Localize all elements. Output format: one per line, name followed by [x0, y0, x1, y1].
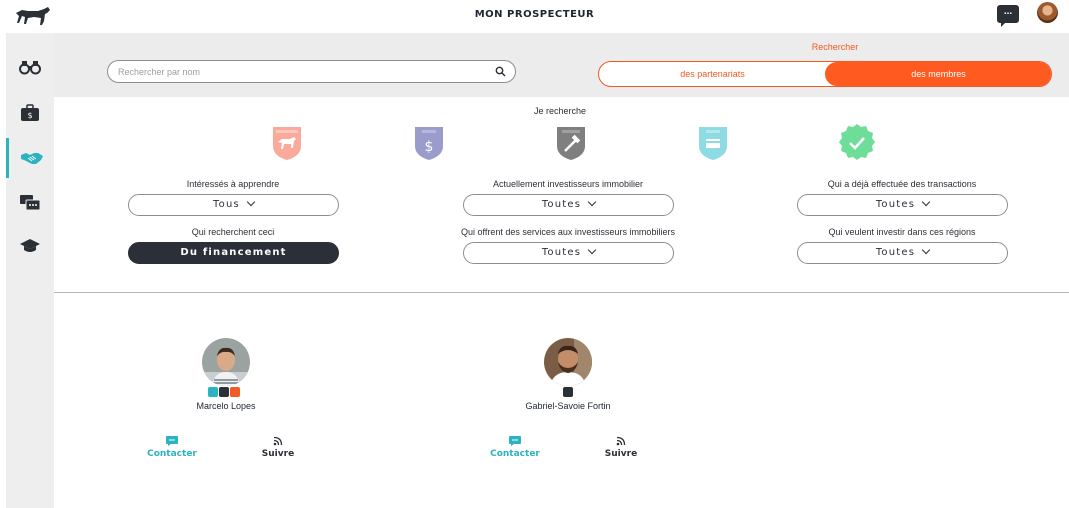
select-transactions-value: Toutes — [875, 199, 916, 210]
chevron-down-icon — [587, 245, 597, 255]
member-avatar[interactable] — [544, 338, 592, 386]
select-interesses[interactable]: Tous — [128, 194, 339, 216]
chevron-down-icon — [921, 245, 931, 255]
filter-label-recherchent: Qui recherchent ceci — [191, 227, 275, 237]
message-icon — [166, 436, 178, 446]
contact-label: Contacter — [490, 449, 540, 459]
search-mode-toggle: des partenariats des membres — [598, 61, 1052, 87]
rss-icon — [273, 436, 283, 446]
sidebar: $ — [6, 33, 54, 508]
search-input[interactable] — [118, 64, 488, 80]
rss-icon — [616, 436, 626, 446]
graduation-cap-icon — [20, 239, 40, 252]
member-badges — [208, 387, 240, 397]
search-box — [107, 60, 516, 83]
select-regions-value: Toutes — [875, 247, 916, 258]
follow-label: Suivre — [261, 449, 295, 459]
sidebar-item-prospect[interactable] — [6, 47, 54, 87]
chevron-down-icon — [587, 197, 597, 207]
card-shield-badge-icon[interactable] — [696, 124, 730, 162]
prospector-badge-icon[interactable] — [270, 124, 304, 162]
toggle-members[interactable]: des membres — [825, 62, 1051, 86]
contact-button[interactable]: Contacter — [480, 436, 550, 459]
select-interesses-value: Tous — [213, 199, 240, 210]
briefcase-dollar-icon: $ — [21, 104, 39, 121]
toggle-partnerships[interactable]: des partenariats — [599, 62, 826, 86]
svg-text:$: $ — [425, 139, 434, 155]
select-services[interactable]: Toutes — [463, 242, 674, 264]
follow-button[interactable]: Suivre — [586, 436, 656, 459]
filter-label-interesses: Intéressés à apprendre — [186, 179, 280, 189]
contact-button[interactable]: Contacter — [137, 436, 207, 459]
svg-text:$: $ — [27, 111, 32, 120]
app-title: MON PROSPECTEUR — [474, 9, 595, 20]
sidebar-item-partnerships[interactable] — [6, 138, 54, 178]
follow-button[interactable]: Suivre — [243, 436, 313, 459]
user-avatar[interactable] — [1037, 2, 1058, 23]
select-recherchent[interactable]: Du financement — [128, 242, 339, 264]
sidebar-item-learning[interactable] — [6, 226, 54, 266]
filter-label-regions: Qui veulent investir dans ces régions — [828, 227, 976, 237]
dollar-shield-badge-icon[interactable]: $ — [412, 124, 446, 162]
chat-bubbles-icon — [20, 195, 41, 211]
handshake-icon — [20, 153, 43, 164]
search-icon[interactable] — [495, 66, 506, 77]
hammer-shield-badge-icon — [219, 387, 229, 397]
card-shield-badge-icon — [208, 387, 218, 397]
select-regions[interactable]: Toutes — [797, 242, 1008, 264]
sidebar-item-messages[interactable] — [6, 183, 54, 223]
select-services-value: Toutes — [541, 247, 582, 258]
select-transactions[interactable]: Toutes — [797, 194, 1008, 216]
section-divider — [54, 292, 1069, 293]
sidebar-item-finance[interactable]: $ — [6, 93, 54, 133]
chevron-down-icon — [921, 197, 931, 207]
contact-label: Contacter — [147, 449, 197, 459]
select-investisseurs-value: Toutes — [541, 199, 582, 210]
filter-label-transactions: Qui a déjà effectuée des transactions — [827, 179, 977, 189]
member-avatar[interactable] — [202, 338, 250, 386]
check-seal-badge-icon[interactable] — [838, 123, 876, 163]
follow-label: Suivre — [604, 449, 638, 459]
filters-heading: Je recherche — [533, 106, 587, 116]
prospector-badge-icon — [230, 387, 240, 397]
hammer-shield-badge-icon[interactable] — [554, 124, 588, 162]
member-name[interactable]: Gabriel-Savoie Fortin — [488, 401, 648, 411]
message-icon — [509, 436, 521, 446]
top-bar: MON PROSPECTEUR ... — [0, 0, 1069, 33]
filter-label-services: Qui offrent des services aux investisseu… — [461, 227, 675, 237]
binoculars-icon — [19, 61, 41, 75]
member-badges — [563, 387, 573, 397]
search-mode-label: Rechercher — [811, 42, 859, 52]
select-recherchent-value: Du financement — [180, 247, 287, 258]
hammer-shield-badge-icon — [563, 387, 573, 397]
chevron-down-icon — [246, 197, 256, 207]
member-name[interactable]: Marcelo Lopes — [146, 401, 306, 411]
chat-bubble-icon[interactable]: ... — [997, 5, 1019, 27]
filter-label-investisseurs: Actuellement investisseurs immobilier — [492, 179, 644, 189]
select-investisseurs[interactable]: Toutes — [463, 194, 674, 216]
